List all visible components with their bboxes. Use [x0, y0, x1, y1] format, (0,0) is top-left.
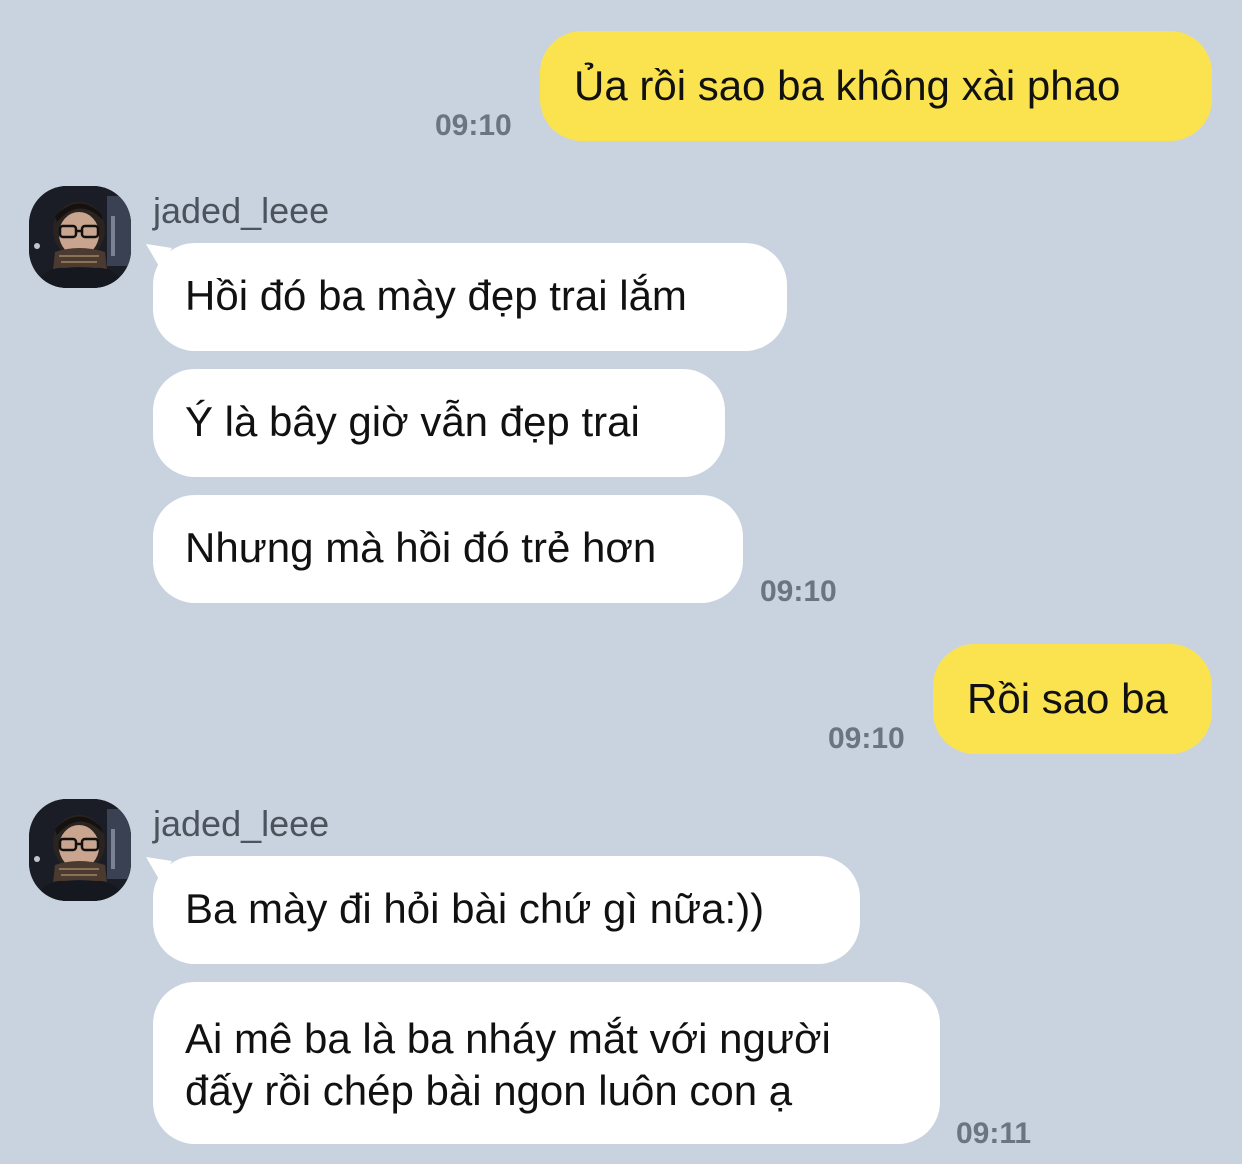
- outgoing-message-bubble[interactable]: Rồi sao ba: [933, 644, 1212, 754]
- avatar-photo-icon: [29, 799, 131, 901]
- sender-name: jaded_leee: [153, 190, 330, 231]
- message-text: Hồi đó ba mày đẹp trai lắm: [185, 272, 687, 319]
- message-time: 09:10: [435, 109, 512, 142]
- message-text-line: Ai mê ba là ba nháy mắt với người: [185, 1015, 831, 1062]
- message-text: Rồi sao ba: [967, 675, 1168, 722]
- incoming-message-bubble[interactable]: Nhưng mà hồi đó trẻ hơn: [153, 495, 743, 603]
- message-text: Nhưng mà hồi đó trẻ hơn: [185, 524, 657, 571]
- incoming-message-bubble[interactable]: Ý là bây giờ vẫn đẹp trai: [153, 369, 725, 477]
- avatar[interactable]: [29, 186, 131, 288]
- incoming-message-bubble[interactable]: Ai mê ba là ba nháy mắt với người đấy rồ…: [153, 982, 940, 1144]
- incoming-message-bubble[interactable]: Hồi đó ba mày đẹp trai lắm: [153, 243, 787, 351]
- outgoing-message-bubble[interactable]: Ủa rồi sao ba không xài phao: [540, 31, 1212, 141]
- message-text: Ba mày đi hỏi bài chứ gì nữa:)): [185, 885, 765, 932]
- incoming-message-bubble[interactable]: Ba mày đi hỏi bài chứ gì nữa:)): [153, 856, 860, 964]
- message-text: Ủa rồi sao ba không xài phao: [574, 62, 1121, 109]
- message-time: 09:10: [760, 575, 837, 608]
- message-time: 09:10: [828, 722, 905, 755]
- avatar-photo-icon: [29, 186, 131, 288]
- message-time: 09:11: [956, 1117, 1032, 1150]
- sender-name: jaded_leee: [153, 803, 330, 844]
- message-text: Ý là bây giờ vẫn đẹp trai: [185, 398, 640, 445]
- chat-view: 09:10 Ủa rồi sao ba không xài phao jaded…: [0, 0, 1242, 1164]
- avatar[interactable]: [29, 799, 131, 901]
- message-text-line: đấy rồi chép bài ngon luôn con ạ: [185, 1067, 793, 1114]
